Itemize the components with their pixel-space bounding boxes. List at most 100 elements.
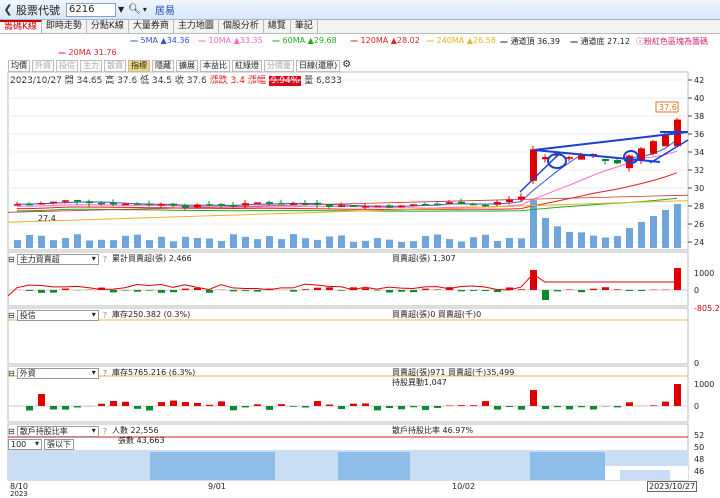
main-force-net: 買賣超(張) 1,307 — [392, 253, 456, 264]
foreign-bar — [674, 384, 681, 406]
foreign-bar — [218, 401, 225, 406]
foreign-header: ⊟ 外資 ? — [8, 367, 107, 379]
foreign-bar — [98, 404, 105, 406]
candle-body — [326, 204, 333, 206]
volume-bar — [86, 240, 93, 248]
help-icon[interactable]: ? — [103, 255, 107, 264]
volume-bar — [158, 237, 165, 248]
main-force-bar — [326, 287, 333, 290]
candle-body — [50, 202, 57, 204]
main-force-bar — [182, 289, 189, 290]
volume-bar — [74, 234, 81, 248]
foreign-bar — [650, 405, 657, 406]
volume-bar — [422, 236, 429, 248]
volume-bar — [338, 235, 345, 248]
candle-body — [302, 203, 309, 205]
foreign-bar — [110, 401, 117, 406]
holders-area-block — [338, 452, 410, 480]
holders-area — [8, 450, 688, 480]
volume-bar — [206, 238, 213, 248]
main-force-bar — [566, 289, 573, 290]
holders-filter-suffix[interactable]: 張以下 — [44, 439, 74, 450]
main-force-bar — [590, 289, 597, 290]
candle-body — [158, 204, 165, 206]
main-force-axis-zero: 0 — [694, 286, 699, 295]
foreign-bar — [458, 405, 465, 406]
price-tick-label: 32 — [694, 166, 704, 175]
candle-body — [26, 204, 33, 206]
candle-body — [470, 204, 477, 206]
main-force-bar — [254, 290, 261, 292]
candle-body — [374, 206, 381, 208]
foreign-axis-top: 1000 — [694, 380, 714, 389]
candle-body — [182, 205, 189, 207]
foreign-select[interactable]: 外資 — [17, 368, 99, 379]
volume-bar — [194, 238, 201, 248]
foreign-bar — [350, 404, 357, 406]
foreign-bar — [494, 406, 501, 410]
trend-line — [520, 153, 560, 192]
volume-bar — [530, 200, 537, 248]
foreign-change: 持股異動1,047 — [392, 377, 447, 388]
minus-icon[interactable]: ⊟ — [8, 427, 15, 436]
foreign-bar — [590, 406, 597, 409]
volume-bar — [170, 241, 177, 248]
panel-axes: 10000-805.201000052504846 — [694, 269, 720, 476]
minus-icon[interactable]: ⊟ — [8, 369, 15, 378]
candle-body — [230, 205, 237, 207]
volume-bar — [434, 235, 441, 248]
holders-select[interactable]: 散戶持股比率 — [17, 426, 99, 437]
foreign-bar — [194, 403, 201, 406]
candle-body — [398, 206, 405, 208]
volume-bar — [458, 241, 465, 248]
main-force-bar — [542, 290, 549, 300]
volume-bar — [482, 235, 489, 248]
holders-axis-label: 48 — [694, 455, 704, 464]
volume-bar — [254, 239, 261, 248]
help-icon[interactable]: ? — [103, 427, 107, 436]
candle-body — [278, 203, 285, 205]
main-force-bar — [410, 290, 417, 292]
foreign-bar — [662, 402, 669, 406]
volume-bar — [146, 240, 153, 248]
trust-axis-zero: 0 — [694, 359, 699, 368]
volume-bar — [398, 242, 405, 248]
main-force-bar — [62, 289, 69, 290]
main-force-bar — [26, 290, 33, 291]
holders-area-block — [150, 452, 275, 480]
holders-filter-row: 100 張以下 — [8, 438, 74, 450]
volume-bar — [266, 236, 273, 248]
main-force-bar — [230, 290, 237, 291]
candle-body — [386, 205, 393, 207]
candle-body — [266, 202, 273, 204]
volume-bar — [314, 240, 321, 248]
holders-filter-select[interactable]: 100 — [8, 439, 42, 450]
date-mid2: 10/02 — [452, 482, 475, 491]
main-force-select[interactable]: 主力買賣超 — [17, 254, 99, 265]
date-year: 2023 — [10, 490, 28, 498]
candle-body — [614, 160, 621, 163]
main-force-bar — [338, 290, 345, 291]
foreign-bar — [38, 394, 45, 406]
volume-bar — [506, 238, 513, 248]
candle-body — [194, 205, 201, 208]
main-force-bar — [134, 290, 141, 292]
candle-body — [206, 204, 213, 206]
foreign-bar — [422, 406, 429, 410]
foreign-bar — [50, 406, 57, 410]
volume-bar — [110, 240, 117, 248]
candle-body — [110, 203, 117, 205]
foreign-bar — [578, 406, 585, 407]
minus-icon[interactable]: ⊟ — [8, 255, 15, 264]
candle-body — [290, 203, 297, 205]
help-icon[interactable]: ? — [103, 369, 107, 378]
foreign-bar — [122, 402, 129, 406]
trust-select[interactable]: 投信 — [17, 310, 99, 321]
volume-bar — [662, 210, 669, 248]
main-force-bar — [638, 290, 645, 291]
minus-icon[interactable]: ⊟ — [8, 311, 15, 320]
main-force-frame — [8, 252, 688, 306]
help-icon[interactable]: ? — [103, 311, 107, 320]
volume-bar — [446, 239, 453, 248]
candle-body — [482, 205, 489, 207]
